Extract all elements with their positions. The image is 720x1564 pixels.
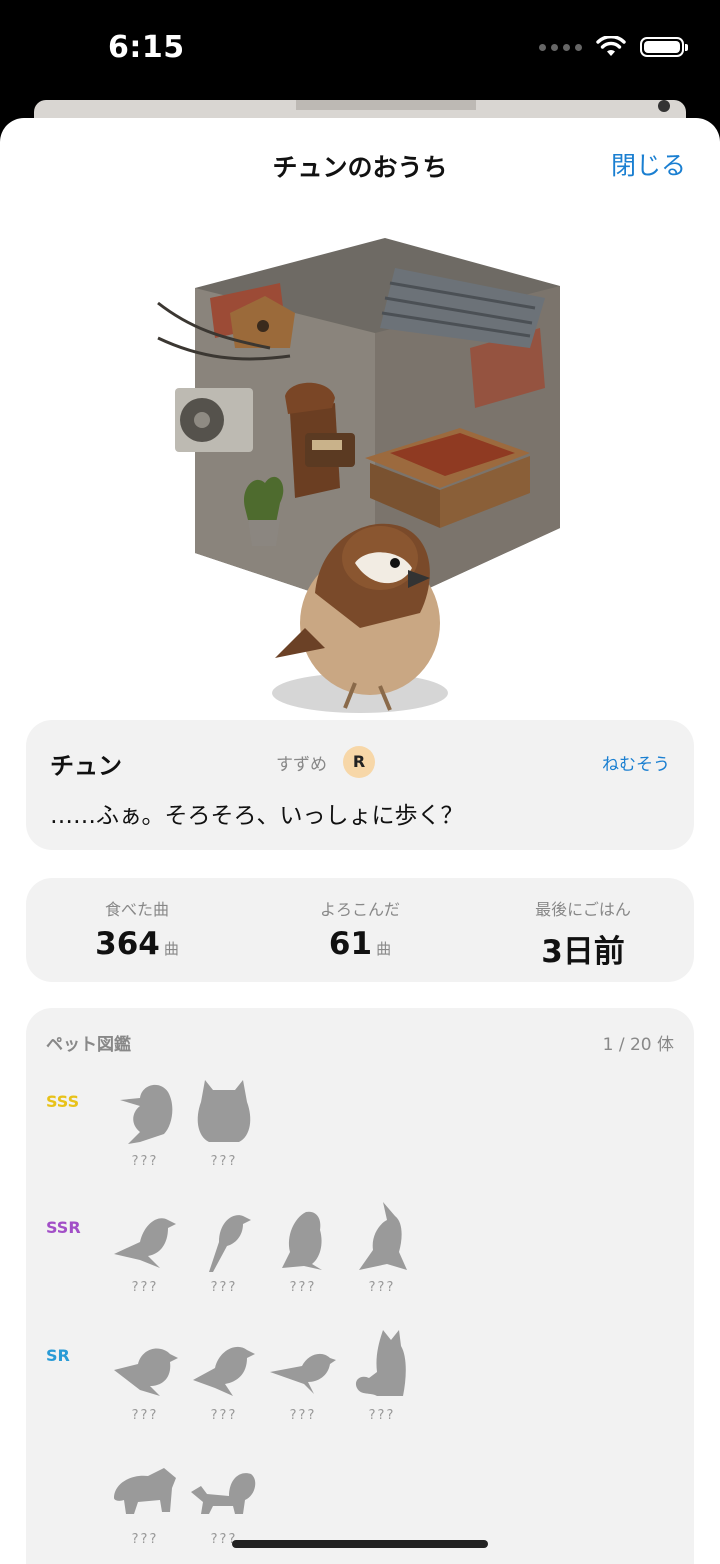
dex-count: 1 / 20 体 bbox=[602, 1035, 674, 1055]
longtail-bird-silhouette-icon bbox=[209, 1215, 251, 1272]
stat-songs-eaten: 食べた曲 364 曲 bbox=[26, 896, 248, 962]
dex-slot[interactable]: ??? bbox=[110, 1072, 180, 1169]
dex-slot[interactable]: ??? bbox=[110, 1326, 180, 1423]
dex-slot[interactable]: ??? bbox=[347, 1326, 417, 1423]
tier-label-sss: SSS bbox=[46, 1092, 80, 1111]
stat-label: 食べた曲 bbox=[104, 900, 169, 919]
kingfisher-silhouette-icon bbox=[120, 1084, 173, 1144]
cockatiel-silhouette-icon bbox=[359, 1202, 407, 1270]
pet-dex-card: ペット図鑑 1 / 20 体 SSS ??? ??? SSR ??? ??? ?… bbox=[26, 1008, 694, 1564]
finch-silhouette-icon bbox=[193, 1346, 255, 1396]
signal-dots-icon bbox=[539, 43, 582, 51]
owl-silhouette-icon bbox=[197, 1080, 251, 1142]
songbird-silhouette-icon bbox=[282, 1211, 322, 1270]
stat-value: 61 曲 bbox=[328, 926, 392, 962]
tier-label-sr: SR bbox=[46, 1346, 70, 1365]
dex-slot[interactable]: ??? bbox=[268, 1326, 338, 1423]
shiba-dog-silhouette-icon bbox=[355, 1330, 406, 1396]
rarity-badge: R bbox=[343, 746, 375, 778]
dex-slot[interactable]: ??? bbox=[189, 1326, 259, 1423]
wifi-icon bbox=[596, 36, 626, 56]
stat-value: 3日前 bbox=[541, 934, 625, 970]
pet-home-sheet: チュンのおうち 閉じる チュン すずめ R ねむそう ……ふぁ。そろそろ、いっし… bbox=[0, 118, 720, 1564]
status-bar: 6:15 bbox=[0, 0, 720, 100]
dex-slot[interactable]: ??? bbox=[189, 1198, 259, 1295]
wagtail-silhouette-icon bbox=[270, 1353, 336, 1394]
dex-slot[interactable]: ??? bbox=[110, 1450, 180, 1547]
raccoon-dog-silhouette-icon bbox=[114, 1468, 176, 1514]
pet-species: すずめ bbox=[276, 755, 327, 775]
squirrel-silhouette-icon bbox=[191, 1473, 256, 1514]
battery-icon bbox=[640, 37, 688, 57]
stat-value: 364 曲 bbox=[95, 926, 179, 962]
stat-last-meal: 最後にごはん 3日前 bbox=[472, 896, 694, 971]
status-time: 6:15 bbox=[108, 30, 185, 65]
stat-label: よろこんだ bbox=[319, 900, 400, 919]
dex-slot[interactable]: ??? bbox=[347, 1198, 417, 1295]
pet-room-illustration bbox=[157, 238, 560, 713]
pet-mood: ねむそう bbox=[602, 755, 670, 775]
dex-slot[interactable]: ??? bbox=[189, 1450, 259, 1547]
tier-label-ssr: SSR bbox=[46, 1218, 81, 1237]
pet-speech: ……ふぁ。そろそろ、いっしょに歩く？ bbox=[50, 803, 464, 829]
bird-silhouette-icon bbox=[114, 1218, 176, 1268]
stat-label: 最後にごはん bbox=[535, 900, 631, 919]
dex-slot[interactable]: ??? bbox=[110, 1198, 180, 1295]
robin-silhouette-icon bbox=[114, 1348, 178, 1396]
pet-name: チュン bbox=[50, 752, 122, 780]
dex-slot[interactable]: ??? bbox=[189, 1072, 259, 1169]
pet-info-card: チュン すずめ R ねむそう ……ふぁ。そろそろ、いっしょに歩く？ bbox=[26, 720, 694, 850]
dex-title: ペット図鑑 bbox=[46, 1035, 131, 1055]
close-button[interactable]: 閉じる bbox=[611, 146, 686, 182]
stat-songs-enjoyed: よろこんだ 61 曲 bbox=[249, 896, 471, 962]
home-indicator[interactable] bbox=[232, 1540, 488, 1548]
dex-slot[interactable]: ??? bbox=[268, 1198, 338, 1295]
status-icons bbox=[539, 36, 688, 58]
stats-card: 食べた曲 364 曲 よろこんだ 61 曲 最後にごはん 3日前 bbox=[26, 878, 694, 982]
